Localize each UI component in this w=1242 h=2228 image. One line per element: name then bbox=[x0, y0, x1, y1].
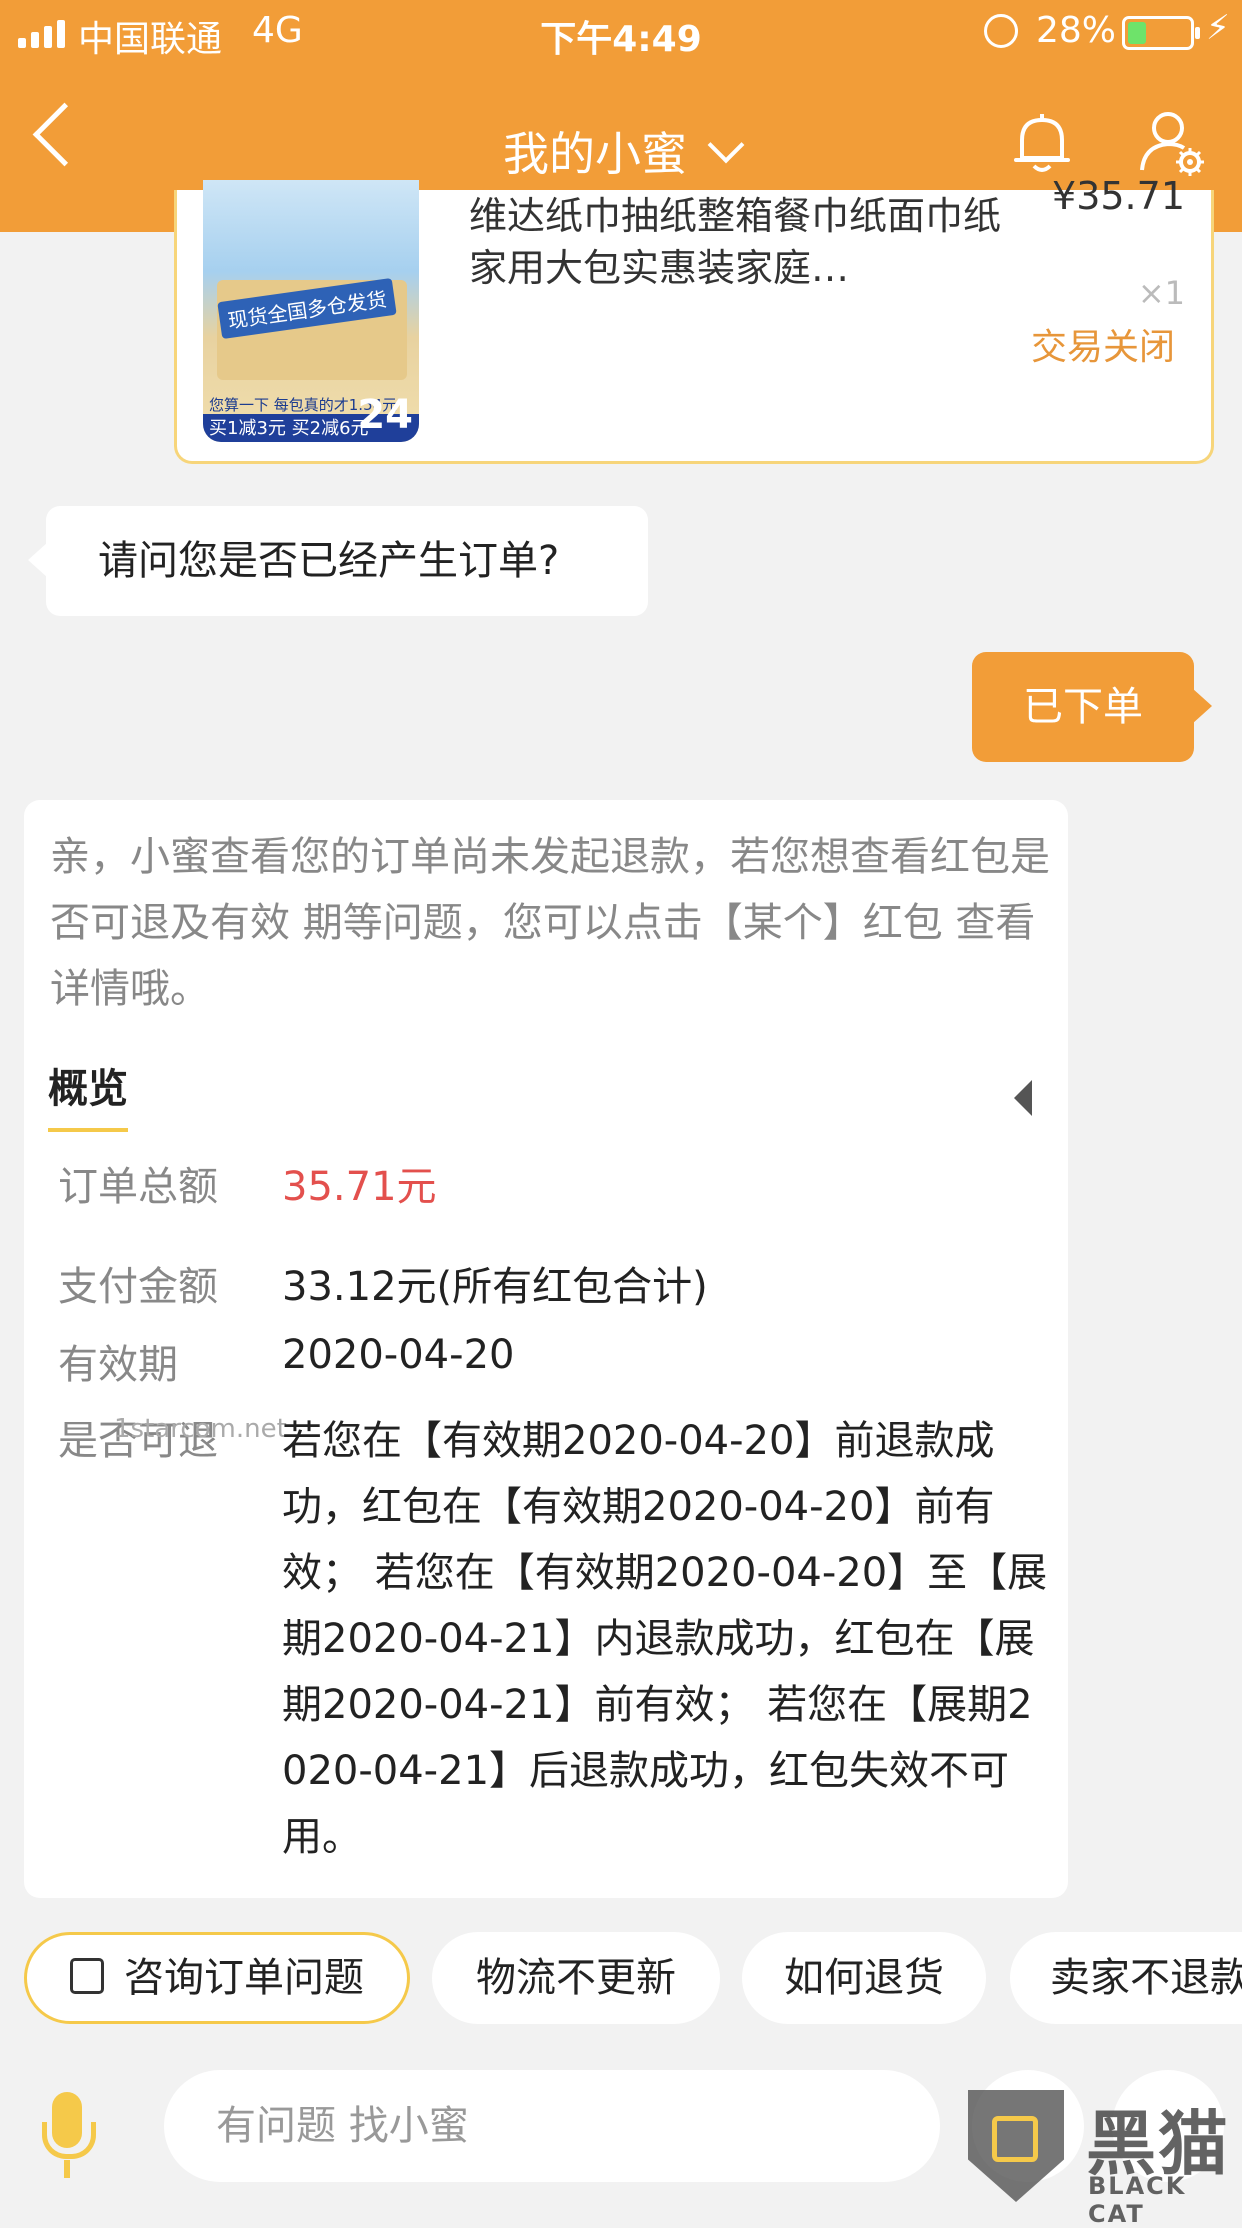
page-title-text: 我的小蜜 bbox=[503, 127, 687, 181]
chip-label: 如何退货 bbox=[784, 1955, 944, 2001]
order-total-value: 35.71元 bbox=[282, 1164, 437, 1210]
chip-label: 咨询订单问题 bbox=[124, 1955, 364, 2001]
status-bar: 中国联通 4G 下午4:49 28% ⚡ bbox=[0, 0, 1242, 62]
refund-info-card: 亲，小蜜查看您的订单尚未发起退款，若您想查看红包是否可退及有效 期等问题，您可以… bbox=[24, 800, 1068, 1898]
battery-percent: 28% bbox=[1036, 10, 1117, 51]
section-title: 概览 bbox=[48, 1056, 128, 1132]
info-intro-text: 亲，小蜜查看您的订单尚未发起退款，若您想查看红包是否可退及有效 期等问题，您可以… bbox=[50, 834, 1050, 1012]
refundable-value: 若您在【有效期2020-04-20】前退款成功，红包在【有效期2020-04-2… bbox=[282, 1418, 1048, 1860]
product-price: ¥35.71 bbox=[1052, 174, 1185, 218]
chip-logistics[interactable]: 物流不更新 bbox=[432, 1932, 720, 2024]
validity-value: 2020-04-20 bbox=[282, 1332, 515, 1378]
chip-return[interactable]: 如何退货 bbox=[742, 1932, 986, 2024]
message-input[interactable]: 有问题 找小蜜 bbox=[164, 2070, 940, 2182]
microphone-icon[interactable] bbox=[42, 2092, 96, 2159]
product-card[interactable]: 现货全国多仓发货 您算一下 每包真的才1.54元 买1减3元 买2减6元 24 … bbox=[174, 174, 1214, 464]
validity-label: 有效期 bbox=[58, 1342, 178, 1388]
user-message-bubble: 已下单 bbox=[972, 652, 1212, 762]
thumb-pack-count: 24 bbox=[357, 392, 413, 438]
product-title: 维达纸巾抽纸整箱餐巾纸面巾纸家用大包实惠装家庭… bbox=[469, 194, 1002, 290]
microphone-stand bbox=[64, 2160, 70, 2178]
logo-en-text: BLACK CAT bbox=[1088, 2172, 1187, 2228]
user-settings-icon[interactable] bbox=[1136, 108, 1208, 180]
rotation-lock-icon bbox=[984, 14, 1018, 48]
quick-question-chips: 咨询订单问题 物流不更新 如何退货 卖家不退款 bbox=[0, 1932, 1242, 2042]
bot-message-bubble: 请问您是否已经产生订单? bbox=[28, 506, 648, 616]
black-cat-watermark-logo: 黑猫 BLACK CAT bbox=[968, 2090, 1238, 2228]
order-total-label: 订单总额 bbox=[58, 1164, 218, 1210]
chip-label: 物流不更新 bbox=[476, 1955, 676, 2001]
chip-order-question[interactable]: 咨询订单问题 bbox=[24, 1932, 410, 2024]
shield-icon bbox=[968, 2090, 1064, 2202]
chip-seller-refund[interactable]: 卖家不退款 bbox=[1010, 1932, 1242, 2024]
watermark-text: 1starcom.net bbox=[114, 1414, 287, 1444]
payment-amount-value: 33.12元(所有红包合计) bbox=[282, 1264, 708, 1310]
product-thumbnail[interactable]: 现货全国多仓发货 您算一下 每包真的才1.54元 买1减3元 买2减6元 24 bbox=[203, 180, 419, 442]
chip-label: 卖家不退款 bbox=[1050, 1955, 1242, 2001]
payment-amount-label: 支付金额 bbox=[58, 1264, 218, 1310]
order-status: 交易关闭 bbox=[1030, 327, 1175, 368]
order-icon bbox=[70, 1958, 104, 1994]
chevron-down-icon bbox=[707, 126, 745, 164]
product-quantity: ×1 bbox=[1137, 274, 1185, 312]
battery-icon bbox=[1122, 16, 1200, 50]
collapse-caret-icon[interactable] bbox=[1014, 1080, 1032, 1116]
charging-icon: ⚡ bbox=[1206, 8, 1230, 48]
bell-icon[interactable] bbox=[1012, 112, 1072, 176]
